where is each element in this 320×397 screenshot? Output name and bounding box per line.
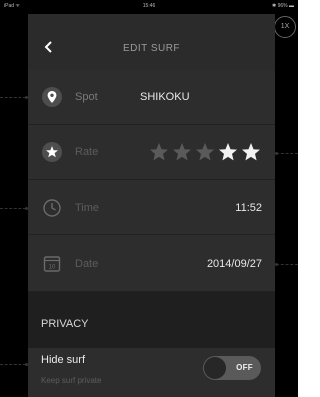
clock-icon [43,199,61,217]
svg-text:10: 10 [49,265,56,271]
rating-star-3[interactable] [195,142,215,162]
rating-star-5[interactable] [241,142,261,162]
calendar-icon: 10 [43,256,61,272]
time-label: Time [75,202,100,214]
zoom-button[interactable]: 1X [274,16,296,38]
spot-label: Spot [75,91,98,103]
page-title: EDIT SURF [122,43,181,54]
privacy-section-title: PRIVACY [41,318,89,330]
hide-surf-row: Hide surf Keep surf private OFF [28,348,275,397]
status-time: 15:46 [142,3,156,9]
date-label: Date [75,258,99,270]
toggle-state-label: OFF [236,363,253,372]
status-bar: iPad ᯤ 15:46 ✱ 96% ▬ [0,0,298,14]
date-row[interactable]: 10 Date 2014/09/27 [28,235,275,292]
spot-row[interactable]: Spot SHIKOKU [28,70,275,125]
privacy-section-header: PRIVACY [28,292,275,348]
date-value: 2014/09/27 [206,258,262,270]
star-icon [42,142,62,162]
edit-surf-screen: EDIT SURF Spot SHIKOKU Rate Time 11:52 1… [28,14,275,397]
time-row[interactable]: Time 11:52 [28,180,275,235]
rate-row: Rate [28,125,275,180]
annotation-dot [275,263,278,266]
rating-star-4[interactable] [218,142,238,162]
annotation-guide [276,153,298,154]
annotation-dot [275,152,278,155]
rating-stars[interactable] [149,142,263,162]
spot-value: SHIKOKU [140,91,190,103]
time-value: 11:52 [235,202,262,214]
location-pin-icon [42,87,62,107]
annotation-guide [0,97,26,98]
battery-status: ✱ 96% ▬ [272,3,294,9]
hide-surf-label: Hide surf [41,354,86,366]
rating-star-2[interactable] [172,142,192,162]
toggle-knob [204,357,226,379]
rate-label: Rate [75,146,99,158]
nav-bar: EDIT SURF [28,14,275,70]
annotation-guide [0,364,26,365]
rating-star-1[interactable] [149,142,169,162]
annotation-guide [0,208,26,209]
annotation-guide [276,264,298,265]
hide-surf-toggle[interactable]: OFF [203,356,261,380]
hide-surf-subtitle: Keep surf private [41,376,102,385]
